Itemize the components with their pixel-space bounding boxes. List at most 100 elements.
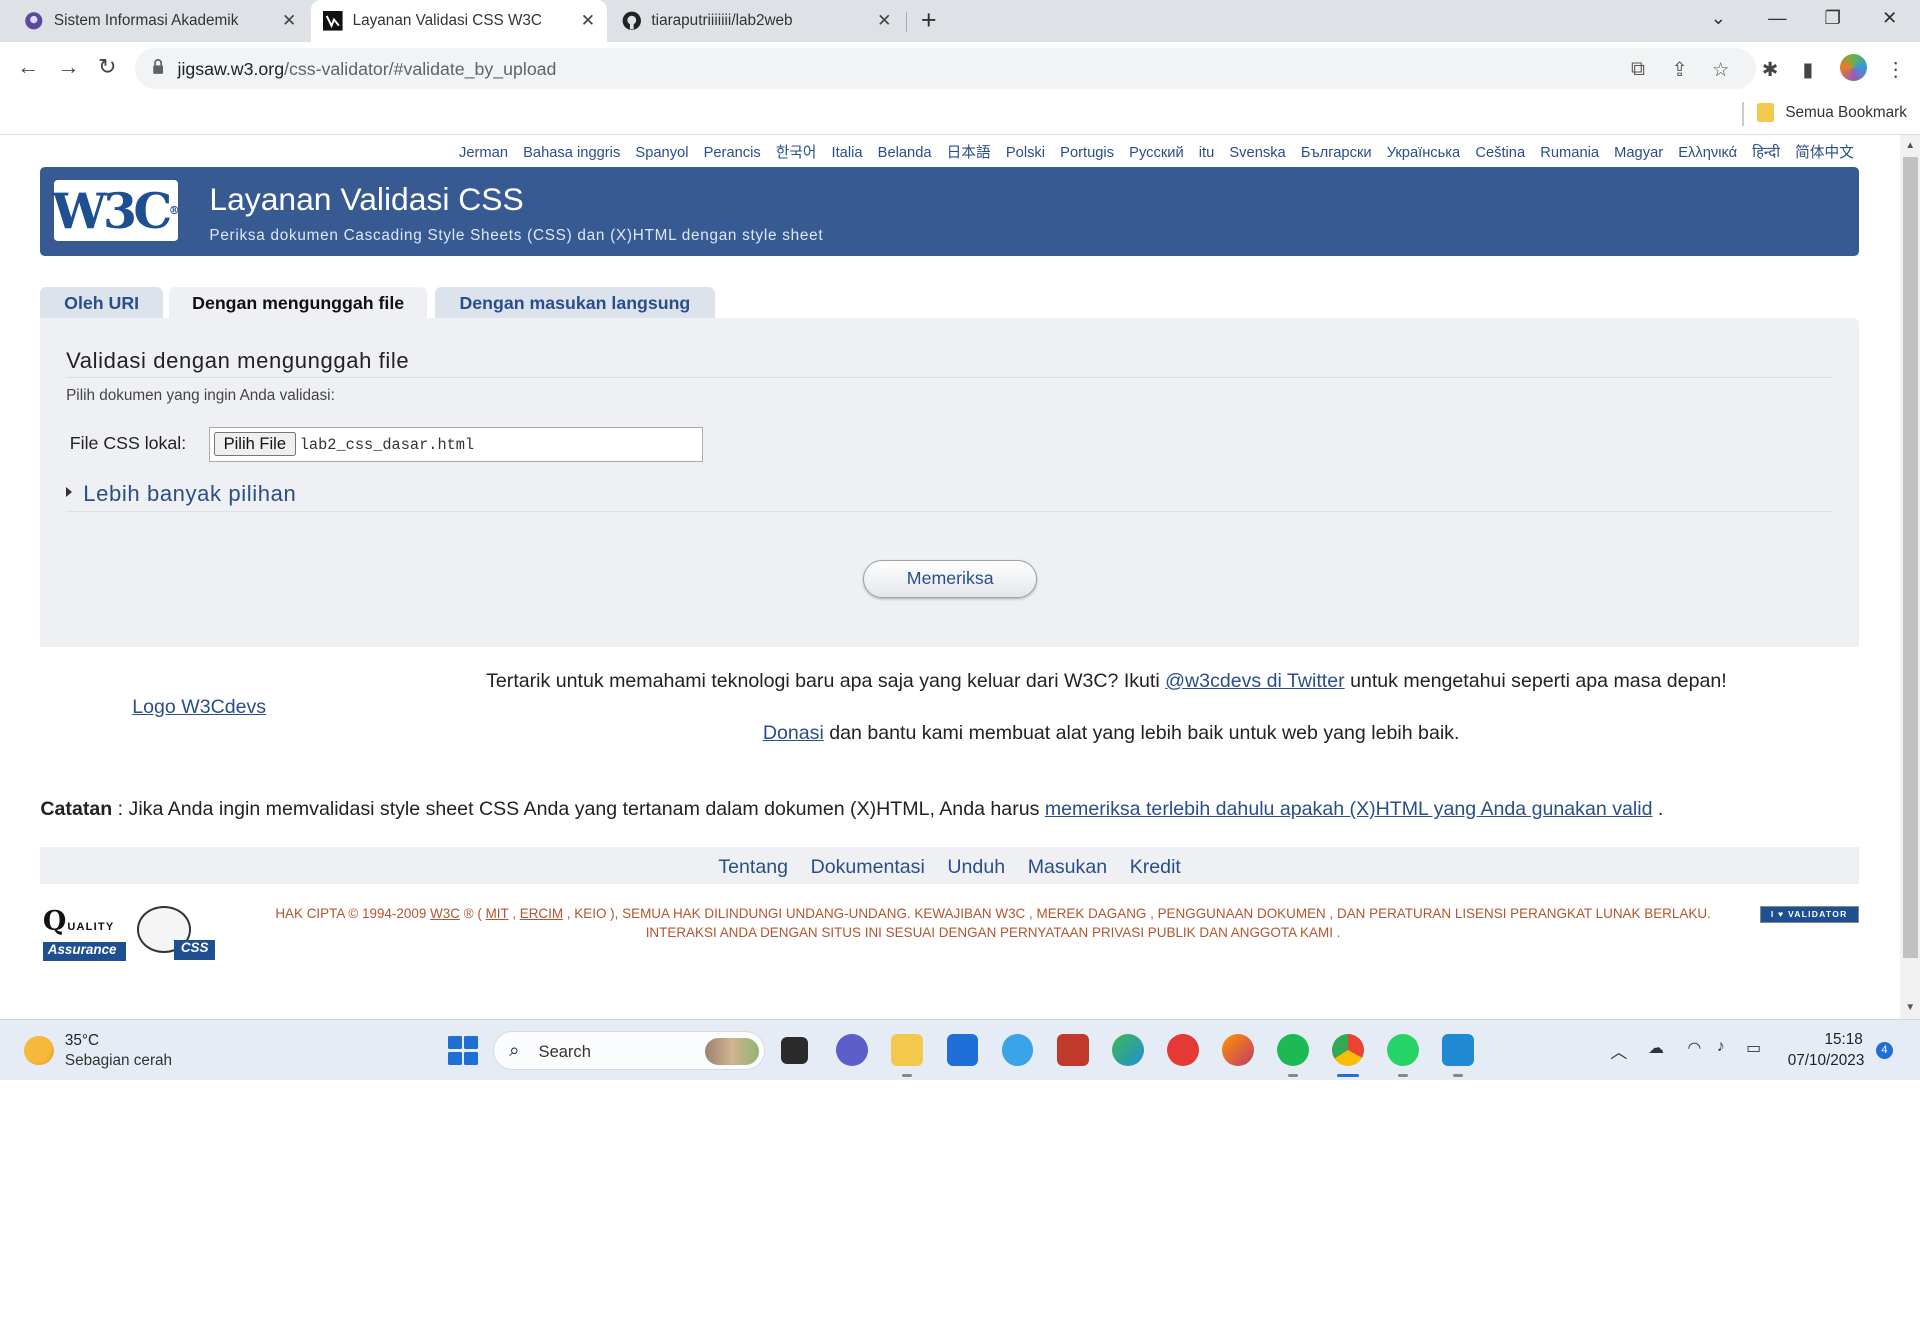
tab-github-lab2web[interactable]: tiaraputriiiiiii/lab2web ✕ [610, 0, 904, 42]
back-arrow-icon[interactable]: ← [17, 54, 39, 80]
lang-link[interactable]: Rumania [1540, 145, 1599, 161]
folder-icon[interactable] [1757, 102, 1775, 123]
quality-assurance-logo[interactable]: Q UALITY Assurance [42, 906, 127, 962]
all-bookmarks-button[interactable]: Semua Bookmark [1785, 104, 1907, 122]
tray-overflow-chevron-icon[interactable]: ︿ [1610, 1038, 1627, 1063]
file-input[interactable]: Pilih File lab2_css_dasar.html [209, 427, 703, 462]
firefox-browser-icon[interactable] [1222, 1034, 1254, 1067]
css-sheep-logo[interactable]: CSS [132, 904, 216, 963]
scroll-up-arrow-icon[interactable]: ▲ [1905, 140, 1915, 151]
footer-link-about[interactable]: Tentang [718, 856, 788, 878]
extensions-puzzle-icon[interactable]: ✱ [1762, 58, 1778, 82]
more-options-toggle[interactable]: Lebih banyak pilihan [83, 481, 296, 507]
tab-css-validator[interactable]: Layanan Validasi CSS W3C ✕ [311, 0, 608, 42]
volume-icon[interactable]: ♪ [1717, 1038, 1725, 1056]
edge-browser-icon[interactable] [1111, 1034, 1144, 1067]
mit-link[interactable]: MIT [486, 906, 509, 921]
footer-link-download[interactable]: Unduh [947, 856, 1005, 878]
tab-by-uri[interactable]: Oleh URI [40, 286, 163, 320]
page-scrollbar[interactable]: ▲ ▼ [1900, 134, 1920, 1019]
choose-file-button[interactable]: Pilih File [214, 432, 296, 457]
close-tab-icon[interactable]: ✕ [282, 10, 296, 31]
lang-link[interactable]: Українська [1387, 145, 1461, 161]
menu-kebab-icon[interactable]: ⋮ [1886, 58, 1906, 82]
translate-icon[interactable]: ⧉ [1631, 58, 1645, 81]
tab-search-chevron-icon[interactable]: ⌄ [1711, 7, 1726, 29]
w3c-link[interactable]: W3C [430, 906, 460, 921]
wifi-icon[interactable]: ◠ [1687, 1038, 1701, 1058]
tab-by-direct-input[interactable]: Dengan masukan langsung [434, 286, 716, 320]
lang-link[interactable]: Spanyol [635, 145, 688, 161]
footer-link-feedback[interactable]: Masukan [1028, 856, 1107, 878]
close-tab-icon[interactable]: ✕ [581, 10, 595, 31]
scroll-down-arrow-icon[interactable]: ▼ [1905, 1002, 1915, 1013]
reload-icon[interactable]: ↻ [98, 54, 116, 80]
minimize-icon[interactable]: — [1768, 7, 1786, 29]
weather-temperature[interactable]: 35°C [65, 1032, 99, 1050]
weather-description[interactable]: Sebagian cerah [65, 1052, 172, 1070]
vscode-icon[interactable] [1442, 1034, 1475, 1067]
lang-link[interactable]: Ελληνικά [1678, 145, 1737, 161]
task-view-icon[interactable] [781, 1036, 809, 1064]
lang-link[interactable]: Русский [1129, 145, 1184, 161]
i-love-validator-badge[interactable]: I ♥ VALIDATOR [1759, 906, 1859, 924]
twitter-link[interactable]: @w3cdevs di Twitter [1165, 670, 1344, 692]
donate-link[interactable]: Donasi [763, 722, 824, 744]
close-tab-icon[interactable]: ✕ [877, 10, 891, 31]
lang-link[interactable]: Jerman [459, 145, 508, 161]
lang-link[interactable]: Ceština [1475, 145, 1525, 161]
footer-link-docs[interactable]: Dokumentasi [811, 856, 925, 878]
w3cdevs-logo-link[interactable]: Logo W3Cdevs [132, 696, 266, 719]
mcafee-icon[interactable] [1056, 1034, 1089, 1067]
html-validator-link[interactable]: memeriksa terlebih dahulu apakah (X)HTML… [1045, 798, 1653, 820]
footer-link-credits[interactable]: Kredit [1130, 856, 1181, 878]
bookmark-star-icon[interactable]: ☆ [1712, 58, 1730, 82]
chrome-browser-icon[interactable] [1332, 1034, 1365, 1067]
url-text[interactable]: jigsaw.w3.org/css-validator/#validate_by… [178, 59, 557, 80]
taskbar-search-box[interactable]: ⌕ Search [493, 1030, 766, 1070]
lang-link[interactable]: 简体中文 [1795, 145, 1854, 161]
tips-icon[interactable] [1001, 1034, 1034, 1067]
notification-count-badge[interactable]: 4 [1875, 1041, 1894, 1059]
ercim-link[interactable]: ERCIM [520, 906, 563, 921]
onedrive-cloud-icon[interactable]: ☁ [1648, 1038, 1664, 1058]
lang-link[interactable]: Italia [832, 145, 863, 161]
profile-avatar[interactable] [1840, 53, 1868, 81]
side-panel-icon[interactable]: ▮ [1802, 58, 1813, 82]
lang-link[interactable]: Belanda [878, 145, 932, 161]
battery-icon[interactable]: ▭ [1746, 1038, 1761, 1058]
windows-start-icon[interactable] [448, 1035, 478, 1066]
forward-arrow-icon[interactable]: → [58, 54, 80, 80]
lang-link[interactable]: Perancis [704, 145, 761, 161]
lang-link[interactable]: 日本語 [947, 145, 991, 161]
weather-sun-icon[interactable] [24, 1035, 54, 1066]
w3c-logo[interactable]: W3C ® [52, 179, 180, 242]
microsoft-store-icon[interactable] [946, 1034, 979, 1067]
address-bar[interactable]: jigsaw.w3.org/css-validator/#validate_by… [134, 47, 1756, 90]
file-explorer-icon[interactable] [891, 1034, 924, 1067]
lang-link[interactable]: Portugis [1060, 145, 1114, 161]
lang-link[interactable]: हिन्दी [1752, 145, 1780, 161]
lang-link[interactable]: itu [1199, 145, 1215, 161]
tab-sistem-informasi[interactable]: Sistem Informasi Akademik ✕ [0, 0, 309, 42]
clock-date[interactable]: 07/10/2023 [1788, 1052, 1865, 1070]
new-tab-button[interactable]: + [921, 5, 937, 36]
opera-browser-icon[interactable] [1166, 1034, 1199, 1067]
check-submit-button[interactable]: Memeriksa [863, 559, 1038, 598]
disclosure-triangle-icon[interactable] [66, 487, 72, 498]
lang-link[interactable]: Български [1301, 145, 1372, 161]
share-icon[interactable]: ⇪ [1671, 58, 1687, 82]
restore-icon[interactable]: ❐ [1825, 7, 1841, 29]
lang-link[interactable]: Svenska [1229, 145, 1285, 161]
lang-link[interactable]: Magyar [1614, 145, 1663, 161]
scrollbar-thumb[interactable] [1902, 156, 1918, 958]
whatsapp-icon[interactable] [1387, 1034, 1420, 1067]
spotify-icon[interactable] [1277, 1034, 1309, 1067]
lang-link[interactable]: Polski [1006, 145, 1045, 161]
teams-chat-icon[interactable] [836, 1034, 869, 1067]
clock-time[interactable]: 15:18 [1825, 1031, 1863, 1049]
lang-link[interactable]: Bahasa inggris [523, 145, 620, 161]
lock-icon[interactable] [152, 58, 164, 75]
close-window-icon[interactable]: ✕ [1882, 7, 1897, 29]
lang-link[interactable]: 한국어 [776, 145, 817, 161]
